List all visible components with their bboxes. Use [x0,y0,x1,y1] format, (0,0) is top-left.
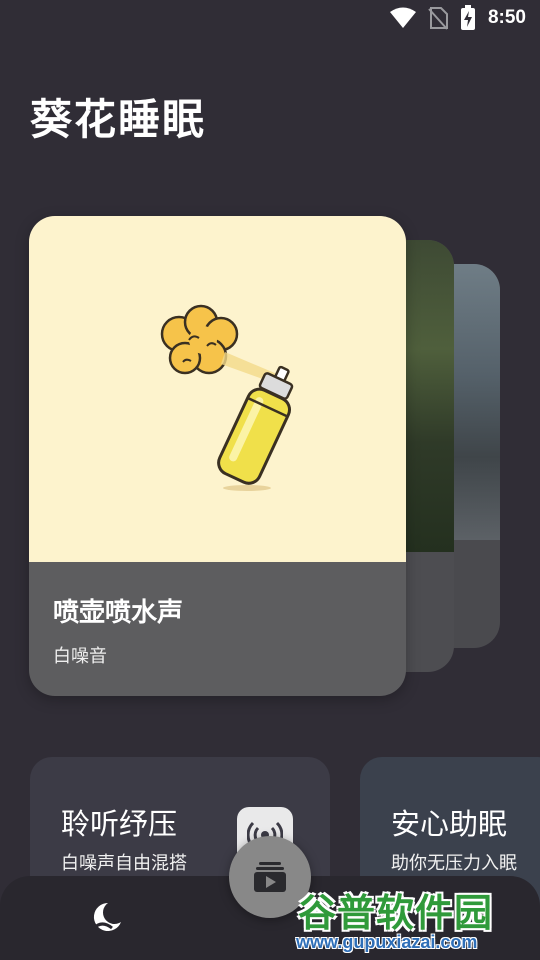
status-time: 8:50 [487,7,526,28]
card-title: 喷壶喷水声 [53,598,184,628]
no-sim-icon [428,6,448,30]
feature-subtitle: 白噪声自由混搭 [61,853,187,874]
spray-can-icon [160,304,294,491]
card-category: 白噪音 [53,646,107,667]
moon-icon[interactable] [88,900,124,938]
battery-charging-icon [460,5,476,31]
watermark-url: www.gupuxiazai.com [296,932,478,952]
status-bar: 8:50 [0,0,540,36]
page-title: 葵花睡眠 [30,95,207,144]
feature-title: 安心助眠 [391,807,508,841]
watermark-title: 谷普软件园 [298,891,494,935]
watermark: 谷普软件园 www.gupuxiazai.com [294,880,540,960]
feature-subtitle: 助你无压力入眠 [391,853,517,874]
feature-title: 聆听纾压 [61,807,178,841]
featured-sound-card[interactable]: 喷壶喷水声 白噪音 [29,216,406,696]
play-list-icon [254,862,286,892]
card-illustration [29,216,406,562]
wifi-icon [389,7,416,29]
